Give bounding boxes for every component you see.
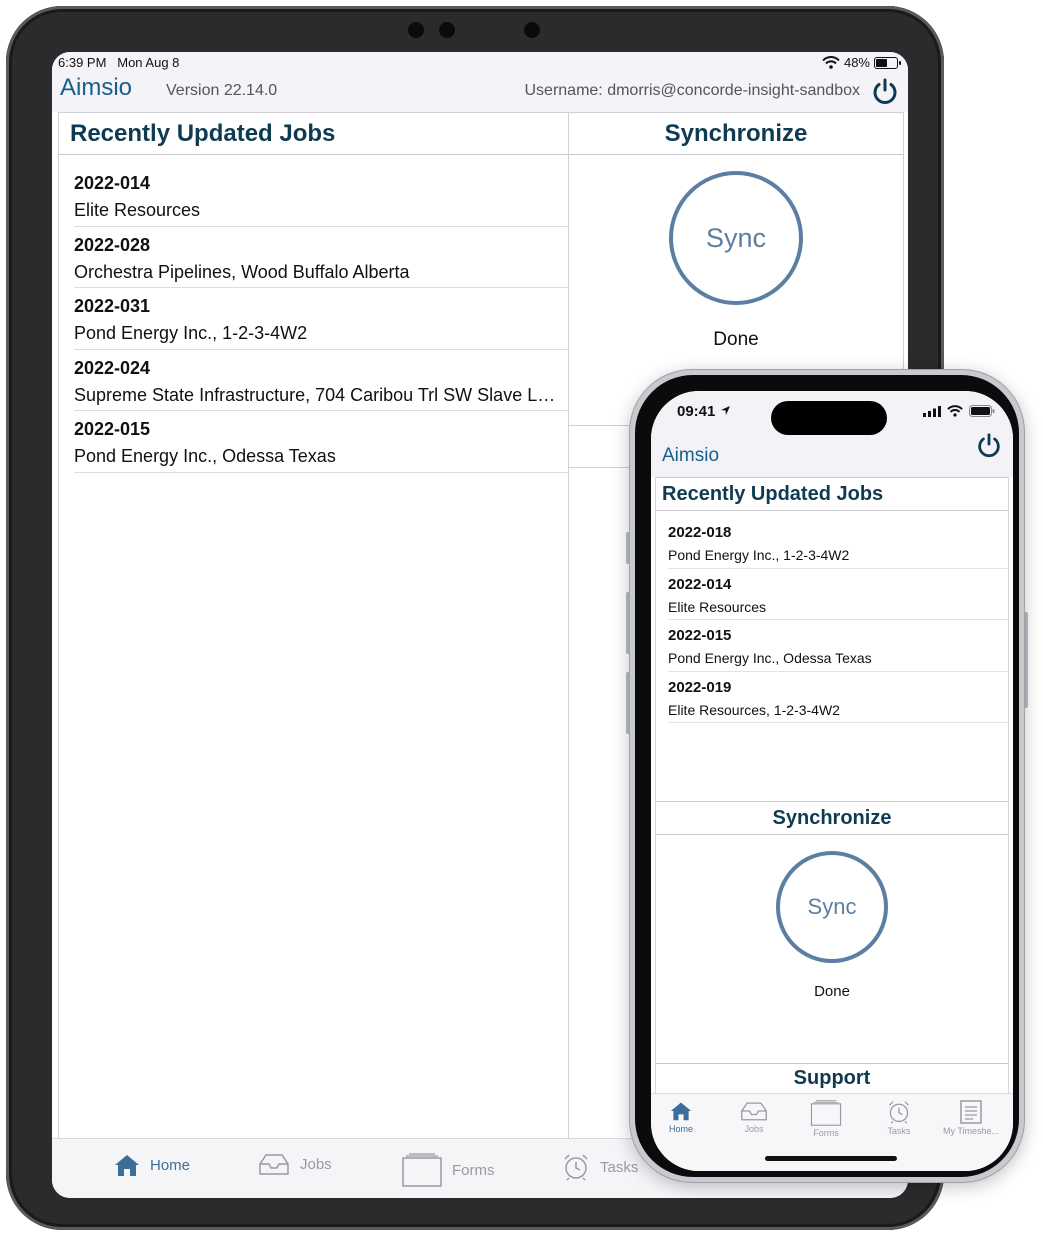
- recent-jobs-list: 2022-014 Elite Resources 2022-028 Orches…: [59, 155, 568, 473]
- job-code: 2022-014: [74, 173, 151, 193]
- tab-home[interactable]: Home: [651, 1100, 717, 1134]
- job-list-item[interactable]: 2022-014 Elite Resources: [74, 165, 568, 227]
- job-list-item[interactable]: 2022-024 Supreme State Infrastructure, 7…: [74, 350, 568, 411]
- tab-forms[interactable]: Forms: [402, 1153, 495, 1187]
- tab-jobs[interactable]: Jobs: [718, 1100, 790, 1134]
- timesheet-icon: [960, 1100, 982, 1124]
- job-code: 2022-028: [74, 234, 151, 255]
- tab-label: Tasks: [887, 1126, 911, 1136]
- job-code: 2022-024: [74, 357, 151, 378]
- synchronize-title: Synchronize: [569, 113, 903, 155]
- job-description: Orchestra Pipelines, Wood Buffalo Albert…: [74, 261, 410, 282]
- app-title: Aimsio: [60, 74, 133, 101]
- job-list-item[interactable]: 2022-028 Orchestra Pipelines, Wood Buffa…: [74, 227, 568, 288]
- recent-jobs-title: Recently Updated Jobs: [59, 113, 568, 155]
- job-code: 2022-015: [668, 627, 732, 644]
- job-description: Elite Resources: [668, 598, 767, 615]
- home-icon: [115, 1155, 139, 1176]
- iphone-device: 09:41 Aimsio Recently Updated Jobs 2022-…: [630, 370, 1024, 1182]
- alarm-clock-icon: [889, 1101, 909, 1124]
- tab-label: Jobs: [744, 1124, 764, 1134]
- recent-jobs-panel: Recently Updated Jobs 2022-018 Pond Ener…: [655, 477, 1009, 817]
- iphone-header: 09:41 Aimsio: [651, 391, 1013, 477]
- iphone-screen: 09:41 Aimsio Recently Updated Jobs 2022-…: [651, 391, 1013, 1171]
- tab-label: Home: [668, 1124, 693, 1134]
- inbox-icon: [741, 1102, 767, 1121]
- camera-dot: [439, 22, 455, 38]
- location-arrow-icon: [720, 406, 730, 415]
- folder-icon: [810, 1100, 842, 1126]
- home-icon: [670, 1102, 692, 1121]
- wifi-icon: [947, 405, 963, 417]
- tab-label: Tasks: [600, 1158, 639, 1176]
- tab-label: My Timeshe...: [942, 1126, 999, 1136]
- tab-label: Jobs: [300, 1155, 332, 1173]
- username-label: Username: dmorris@concorde-insight-sandb…: [524, 82, 861, 99]
- power-icon[interactable]: [975, 431, 1003, 459]
- camera-dot: [408, 22, 424, 38]
- recent-jobs-panel: Recently Updated Jobs 2022-014 Elite Res…: [59, 113, 569, 1179]
- status-time-text: 09:41: [677, 403, 716, 420]
- job-list-item[interactable]: 2022-015 Pond Energy Inc., Odessa Texas: [668, 620, 1008, 672]
- job-description: Elite Resources: [74, 200, 201, 220]
- version-label: Version 22.14.0: [166, 82, 278, 99]
- job-description: Pond Energy Inc., 1-2-3-4W2: [74, 323, 308, 343]
- synchronize-panel: Synchronize Sync Done: [655, 801, 1009, 1063]
- recent-jobs-title: Recently Updated Jobs: [656, 477, 1008, 511]
- tab-tasks[interactable]: Tasks: [863, 1100, 935, 1136]
- job-code: 2022-018: [668, 524, 732, 541]
- recent-jobs-list: 2022-018 Pond Energy Inc., 1-2-3-4W2 202…: [656, 511, 1008, 723]
- camera-dot: [524, 22, 540, 38]
- tab-tasks[interactable]: Tasks: [562, 1153, 638, 1181]
- sync-status: Done: [713, 329, 759, 350]
- sync-button[interactable]: Sync: [669, 171, 803, 305]
- support-title: Support: [656, 1063, 1008, 1093]
- job-code: 2022-031: [74, 296, 151, 316]
- job-code: 2022-014: [668, 575, 732, 593]
- job-list-item[interactable]: 2022-015 Pond Energy Inc., Odessa Texas: [74, 411, 568, 473]
- app-title: Aimsio: [662, 445, 720, 466]
- battery-icon: [874, 56, 901, 69]
- job-description: Pond Energy Inc., Odessa Texas: [74, 446, 336, 466]
- status-indicators: 48%: [822, 55, 901, 70]
- tab-forms[interactable]: Forms: [790, 1100, 862, 1138]
- battery-icon: [969, 405, 995, 417]
- alarm-clock-icon: [564, 1154, 588, 1181]
- job-list-item[interactable]: 2022-019 Elite Resources, 1-2-3-4W2: [668, 672, 1008, 723]
- power-icon[interactable]: [870, 76, 900, 106]
- wifi-icon: [822, 56, 840, 69]
- sync-button[interactable]: Sync: [776, 851, 888, 963]
- support-panel: Support: [655, 1063, 1009, 1093]
- tab-label: Home: [150, 1156, 191, 1174]
- tab-label: Forms: [813, 1128, 839, 1138]
- tab-label: Forms: [452, 1161, 495, 1179]
- job-description: Elite Resources, 1-2-3-4W2: [668, 701, 840, 718]
- iphone-bezel: 09:41 Aimsio Recently Updated Jobs 2022-…: [635, 375, 1019, 1177]
- status-indicators: [923, 405, 995, 417]
- ipad-header: 6:39 PM Mon Aug 8 48% Aimsio Version 22.…: [52, 52, 908, 112]
- job-code: 2022-015: [74, 419, 151, 439]
- status-time: 6:39 PM Mon Aug 8: [58, 55, 180, 70]
- sync-status: Done: [814, 983, 850, 1000]
- status-time: 09:41: [677, 403, 731, 420]
- job-description: Supreme State Infrastructure, 704 Caribo…: [74, 384, 564, 405]
- synchronize-title: Synchronize: [656, 801, 1008, 835]
- folder-icon: [402, 1153, 442, 1187]
- job-list-item[interactable]: 2022-031 Pond Energy Inc., 1-2-3-4W2: [74, 288, 568, 350]
- battery-percent: 48%: [843, 55, 870, 70]
- inbox-icon: [259, 1154, 289, 1175]
- job-list-item[interactable]: 2022-018 Pond Energy Inc., 1-2-3-4W2: [668, 517, 1008, 569]
- tab-home[interactable]: Home: [114, 1153, 190, 1177]
- dynamic-island: [771, 401, 887, 435]
- job-code: 2022-019: [668, 678, 732, 696]
- home-indicator: [765, 1156, 897, 1161]
- job-list-item[interactable]: 2022-014 Elite Resources: [668, 569, 1008, 620]
- tab-jobs[interactable]: Jobs: [258, 1153, 332, 1175]
- job-description: Pond Energy Inc., 1-2-3-4W2: [668, 547, 850, 563]
- job-description: Pond Energy Inc., Odessa Texas: [668, 650, 872, 666]
- signal-icon: [923, 405, 941, 417]
- tab-my-timesheets[interactable]: My Timeshe...: [935, 1100, 1007, 1136]
- tab-bar: Home Jobs Forms: [651, 1093, 1013, 1171]
